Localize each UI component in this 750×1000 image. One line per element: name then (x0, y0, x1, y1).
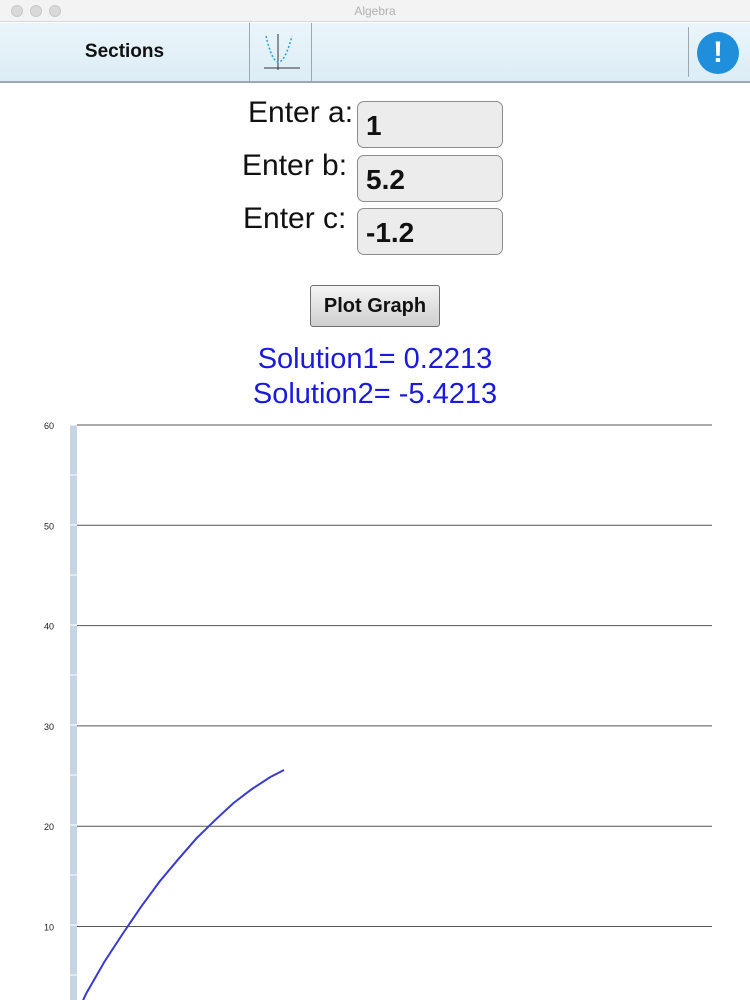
y-tick-label-30: 30 (44, 722, 54, 732)
series-line (82, 769, 285, 1000)
graph-tab[interactable] (250, 23, 312, 81)
label-c: Enter c: (243, 202, 347, 235)
input-b[interactable]: 5.2 (357, 155, 503, 202)
graph-plot: 10 20 30 40 50 60 (44, 421, 712, 1000)
solution1-text: Solution1= 0.2213 (257, 343, 493, 375)
solution2-text: Solution2= -5.4213 (252, 378, 498, 410)
toolbar-divider (688, 27, 689, 77)
y-tick-label-40: 40 (44, 622, 54, 632)
plot-graph-button[interactable]: Plot Graph (310, 285, 440, 327)
toolbar: Sections ! (0, 23, 750, 83)
parabola-graph-icon (263, 34, 300, 70)
y-tick-label-60: 60 (44, 421, 54, 431)
y-tick-label-10: 10 (44, 923, 54, 933)
input-a[interactable]: 1 (357, 101, 503, 148)
window-title: Algebra (354, 4, 396, 18)
sections-button[interactable]: Sections (0, 23, 250, 81)
window-titlebar: Algebra (0, 0, 750, 22)
label-a: Enter a: (248, 96, 354, 129)
y-tick-label-50: 50 (44, 521, 54, 531)
label-b: Enter b: (242, 149, 348, 182)
exclamation-info-icon[interactable]: ! (697, 32, 739, 74)
input-c[interactable]: -1.2 (357, 208, 503, 255)
y-axis-bar (70, 425, 77, 1000)
y-tick-label-20: 20 (44, 822, 54, 832)
